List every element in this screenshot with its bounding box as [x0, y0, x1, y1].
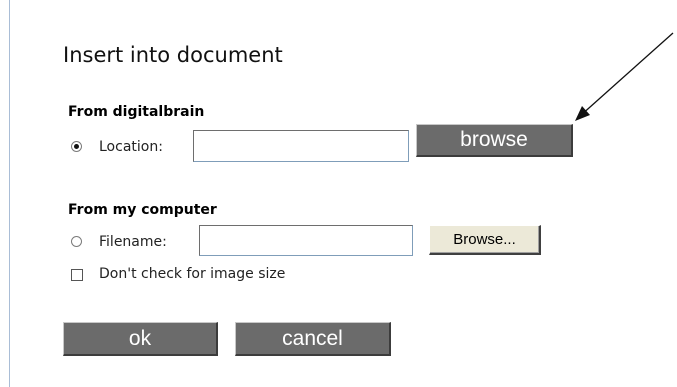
radio-selected-dot — [74, 144, 79, 149]
computer-browse-button[interactable]: Browse... — [429, 225, 541, 255]
image-size-label: Don't check for image size — [99, 266, 286, 282]
location-radio[interactable] — [71, 141, 82, 152]
image-size-checkbox[interactable] — [71, 269, 83, 281]
filename-radio[interactable] — [71, 236, 82, 247]
location-label: Location: — [99, 139, 163, 155]
left-border-line — [9, 0, 10, 387]
filename-input[interactable] — [199, 225, 413, 256]
location-input[interactable] — [193, 130, 409, 162]
digitalbrain-section-heading: From digitalbrain — [68, 104, 205, 120]
filename-label: Filename: — [99, 234, 167, 250]
cancel-button[interactable]: cancel — [235, 322, 391, 356]
ok-button[interactable]: ok — [63, 322, 218, 356]
dialog-title: Insert into document — [63, 43, 283, 67]
computer-section-heading: From my computer — [68, 202, 217, 218]
digitalbrain-browse-button[interactable]: browse — [416, 124, 573, 157]
